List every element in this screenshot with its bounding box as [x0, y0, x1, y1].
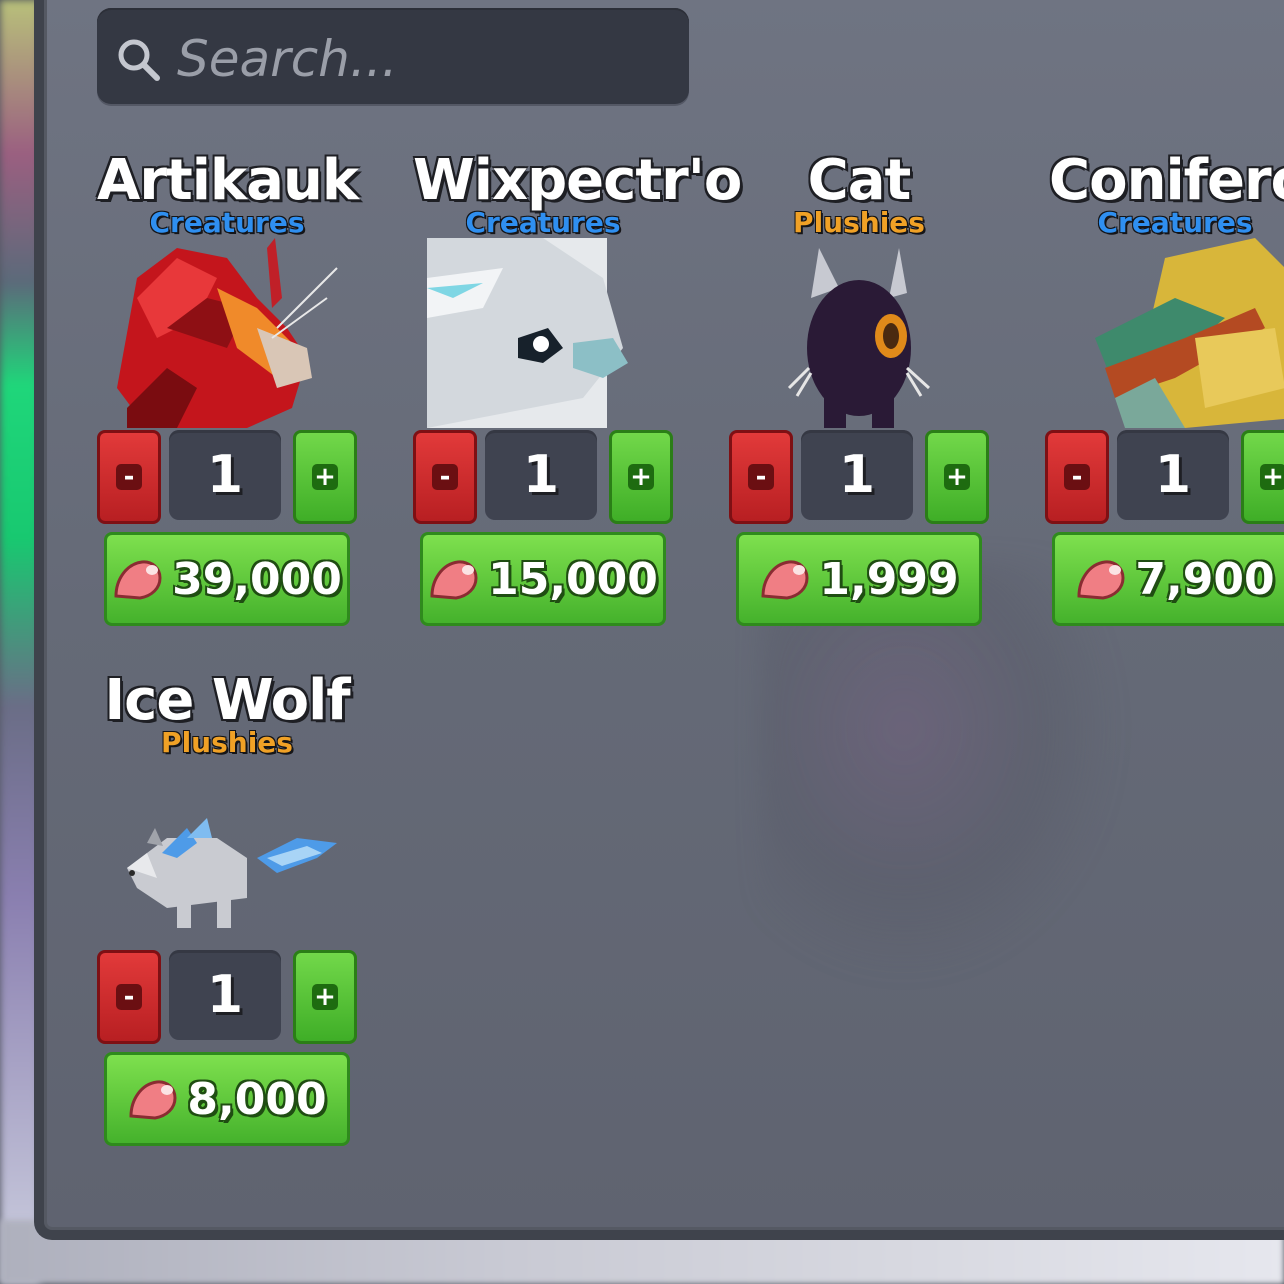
wixpectro-image: [423, 238, 663, 428]
shop-card-wixpectro: Wixpectr'o Creatures - 1 + 15,000: [413, 148, 742, 638]
cat-plushie-image: [739, 238, 979, 428]
minus-icon: -: [1064, 464, 1090, 490]
item-category: Plushies: [161, 726, 293, 759]
buy-button[interactable]: 39,000: [104, 532, 350, 626]
decrease-quantity-button[interactable]: -: [413, 430, 477, 524]
item-category: Creatures: [1097, 206, 1253, 239]
coniferon-image: [1055, 238, 1284, 428]
quantity-display[interactable]: 1: [801, 430, 913, 520]
decrease-quantity-button[interactable]: -: [97, 950, 161, 1044]
increase-quantity-button[interactable]: +: [609, 430, 673, 524]
increase-quantity-button[interactable]: +: [925, 430, 989, 524]
meat-icon: [129, 1080, 177, 1120]
minus-icon: -: [432, 464, 458, 490]
item-name: Coniferon: [1049, 148, 1284, 213]
decrease-quantity-button[interactable]: -: [97, 430, 161, 524]
ice-wolf-plushie-image: [107, 758, 347, 948]
buy-button[interactable]: 8,000: [104, 1052, 350, 1146]
quantity-display[interactable]: 1: [1117, 430, 1229, 520]
price-label: 15,000: [488, 553, 658, 605]
increase-quantity-button[interactable]: +: [293, 430, 357, 524]
increase-quantity-button[interactable]: +: [1241, 430, 1284, 524]
decrease-quantity-button[interactable]: -: [729, 430, 793, 524]
buy-button[interactable]: 15,000: [420, 532, 666, 626]
buy-button[interactable]: 1,999: [736, 532, 982, 626]
price-label: 8,000: [187, 1073, 327, 1125]
minus-icon: -: [748, 464, 774, 490]
shop-card-coniferon: Coniferon Creatures - 1 + 7,900: [1045, 148, 1284, 638]
item-category: Plushies: [793, 206, 925, 239]
price-label: 39,000: [172, 553, 342, 605]
meat-icon: [761, 560, 809, 600]
plus-icon: +: [628, 464, 654, 490]
shop-card-artikauk: Artikauk Creatures - 1 + 39,000: [97, 148, 359, 638]
item-name: Ice Wolf: [104, 668, 350, 733]
quantity-display[interactable]: 1: [169, 430, 281, 520]
decrease-quantity-button[interactable]: -: [1045, 430, 1109, 524]
plus-icon: +: [1260, 464, 1284, 490]
meat-icon: [430, 560, 478, 600]
item-category: Creatures: [149, 206, 305, 239]
plus-icon: +: [312, 984, 338, 1010]
search-input[interactable]: Search...: [177, 30, 398, 88]
plus-icon: +: [312, 464, 338, 490]
meat-icon: [1077, 560, 1125, 600]
item-name: Wixpectr'o: [413, 148, 742, 213]
item-name: Artikauk: [97, 148, 359, 213]
meat-icon: [114, 560, 162, 600]
quantity-display[interactable]: 1: [485, 430, 597, 520]
minus-icon: -: [116, 984, 142, 1010]
item-name: Cat: [807, 148, 912, 213]
shop-card-cat: Cat Plushies - 1 + 1,999: [729, 148, 989, 638]
increase-quantity-button[interactable]: +: [293, 950, 357, 1044]
minus-icon: -: [116, 464, 142, 490]
price-label: 1,999: [819, 553, 959, 605]
search-icon: [115, 36, 161, 82]
shop-card-ice-wolf: Ice Wolf Plushies - 1 + 8,000: [97, 668, 357, 1158]
plus-icon: +: [944, 464, 970, 490]
price-label: 7,900: [1135, 553, 1275, 605]
quantity-display[interactable]: 1: [169, 950, 281, 1040]
item-category: Creatures: [465, 206, 621, 239]
search-bar[interactable]: Search...: [97, 8, 689, 104]
artikauk-image: [107, 238, 347, 428]
buy-button[interactable]: 7,900: [1052, 532, 1284, 626]
